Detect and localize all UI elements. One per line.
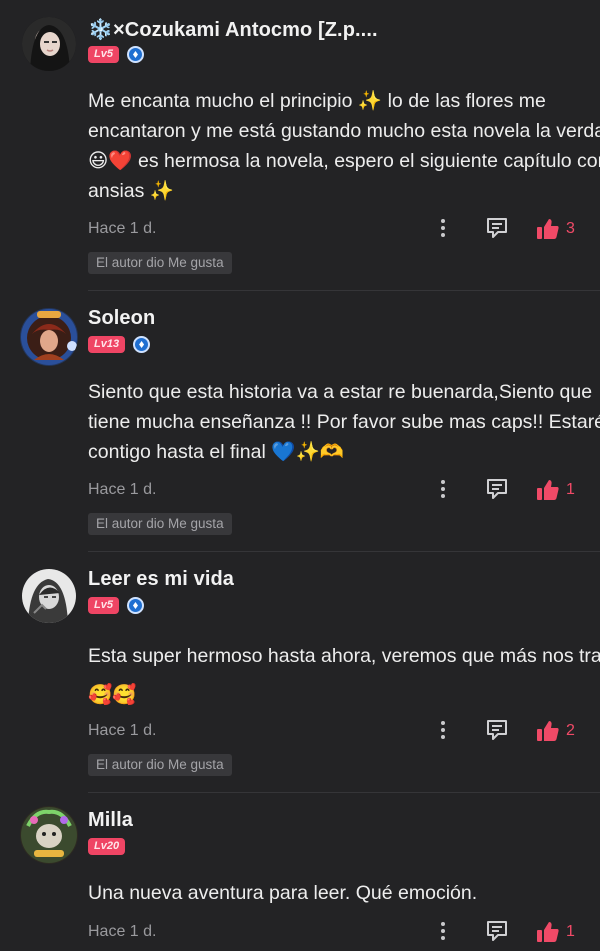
level-badge: Lv20 — [88, 838, 126, 855]
like-count: 1 — [566, 481, 575, 498]
comment-text: Una nueva aventura para leer. Qué emoció… — [88, 882, 478, 904]
reply-icon[interactable] — [486, 920, 508, 942]
user-avatar[interactable] — [22, 569, 76, 623]
user-avatar[interactable] — [22, 17, 76, 71]
reply-icon[interactable] — [486, 719, 508, 741]
level-badge: Lv5 — [88, 46, 119, 63]
timestamp: Hace 1 d. — [88, 220, 157, 237]
username[interactable]: Milla — [88, 809, 133, 832]
avatar-image — [22, 569, 76, 623]
author-liked-badge: El autor dio Me gusta — [88, 252, 232, 274]
divider — [88, 792, 600, 793]
timestamp: Hace 1 d. — [88, 923, 157, 940]
comment-text: Me encanta mucho el principio ✨ lo de la… — [88, 90, 600, 202]
like-icon[interactable] — [536, 217, 560, 241]
avatar-image — [21, 807, 77, 863]
level-badge: Lv13 — [88, 336, 126, 353]
username[interactable]: Soleon — [88, 307, 155, 330]
comment-text: Siento que esta historia va a estar re b… — [88, 381, 600, 463]
comment-item: Milla Lv20 Una nueva aventura para leer.… — [0, 792, 600, 951]
timestamp: Hace 1 d. — [88, 722, 157, 739]
like-icon[interactable] — [536, 719, 560, 743]
more-options-icon[interactable] — [440, 480, 446, 500]
like-count: 2 — [566, 722, 575, 739]
divider — [88, 290, 600, 291]
user-badges: Lv5 — [88, 597, 144, 614]
user-badges: Lv20 — [88, 838, 126, 855]
like-icon[interactable] — [536, 920, 560, 944]
level-badge: Lv5 — [88, 597, 119, 614]
comment-item: Leer es mi vida Lv5 Esta super hermoso h… — [0, 551, 600, 792]
verified-icon — [133, 336, 151, 353]
user-badges: Lv13 — [88, 336, 151, 353]
username[interactable]: ❄️×Cozukami Antocmo [Z.p.... — [88, 17, 378, 42]
author-liked-badge: El autor dio Me gusta — [88, 754, 232, 776]
comment-actions: Hace 1 d. 1 — [88, 478, 600, 502]
username[interactable]: Leer es mi vida — [88, 568, 234, 591]
comment-actions: Hace 1 d. 3 — [88, 217, 600, 241]
author-liked-badge: El autor dio Me gusta — [88, 513, 232, 535]
reply-icon[interactable] — [486, 217, 508, 239]
more-options-icon[interactable] — [440, 219, 446, 239]
like-icon[interactable] — [536, 478, 560, 502]
user-avatar[interactable] — [20, 806, 78, 864]
verified-icon — [126, 597, 144, 614]
comment-actions: Hace 1 d. 1 — [88, 920, 600, 944]
like-count: 3 — [566, 220, 575, 237]
comment-text: Esta super hermoso hasta ahora, veremos … — [88, 645, 600, 706]
avatar-image — [21, 309, 77, 365]
comment-actions: Hace 1 d. 2 — [88, 719, 600, 743]
verified-icon — [126, 46, 144, 63]
user-badges: Lv5 — [88, 46, 144, 63]
avatar-image — [22, 17, 76, 71]
timestamp: Hace 1 d. — [88, 481, 157, 498]
more-options-icon[interactable] — [440, 721, 446, 741]
user-avatar[interactable] — [20, 308, 78, 366]
reply-icon[interactable] — [486, 478, 508, 500]
divider — [88, 551, 600, 552]
like-count: 1 — [566, 923, 575, 940]
comment-item: Soleon Lv13 Siento que esta historia va … — [0, 290, 600, 551]
more-options-icon[interactable] — [440, 922, 446, 942]
comment-item: ❄️×Cozukami Antocmo [Z.p.... Lv5 Me enca… — [0, 0, 600, 290]
